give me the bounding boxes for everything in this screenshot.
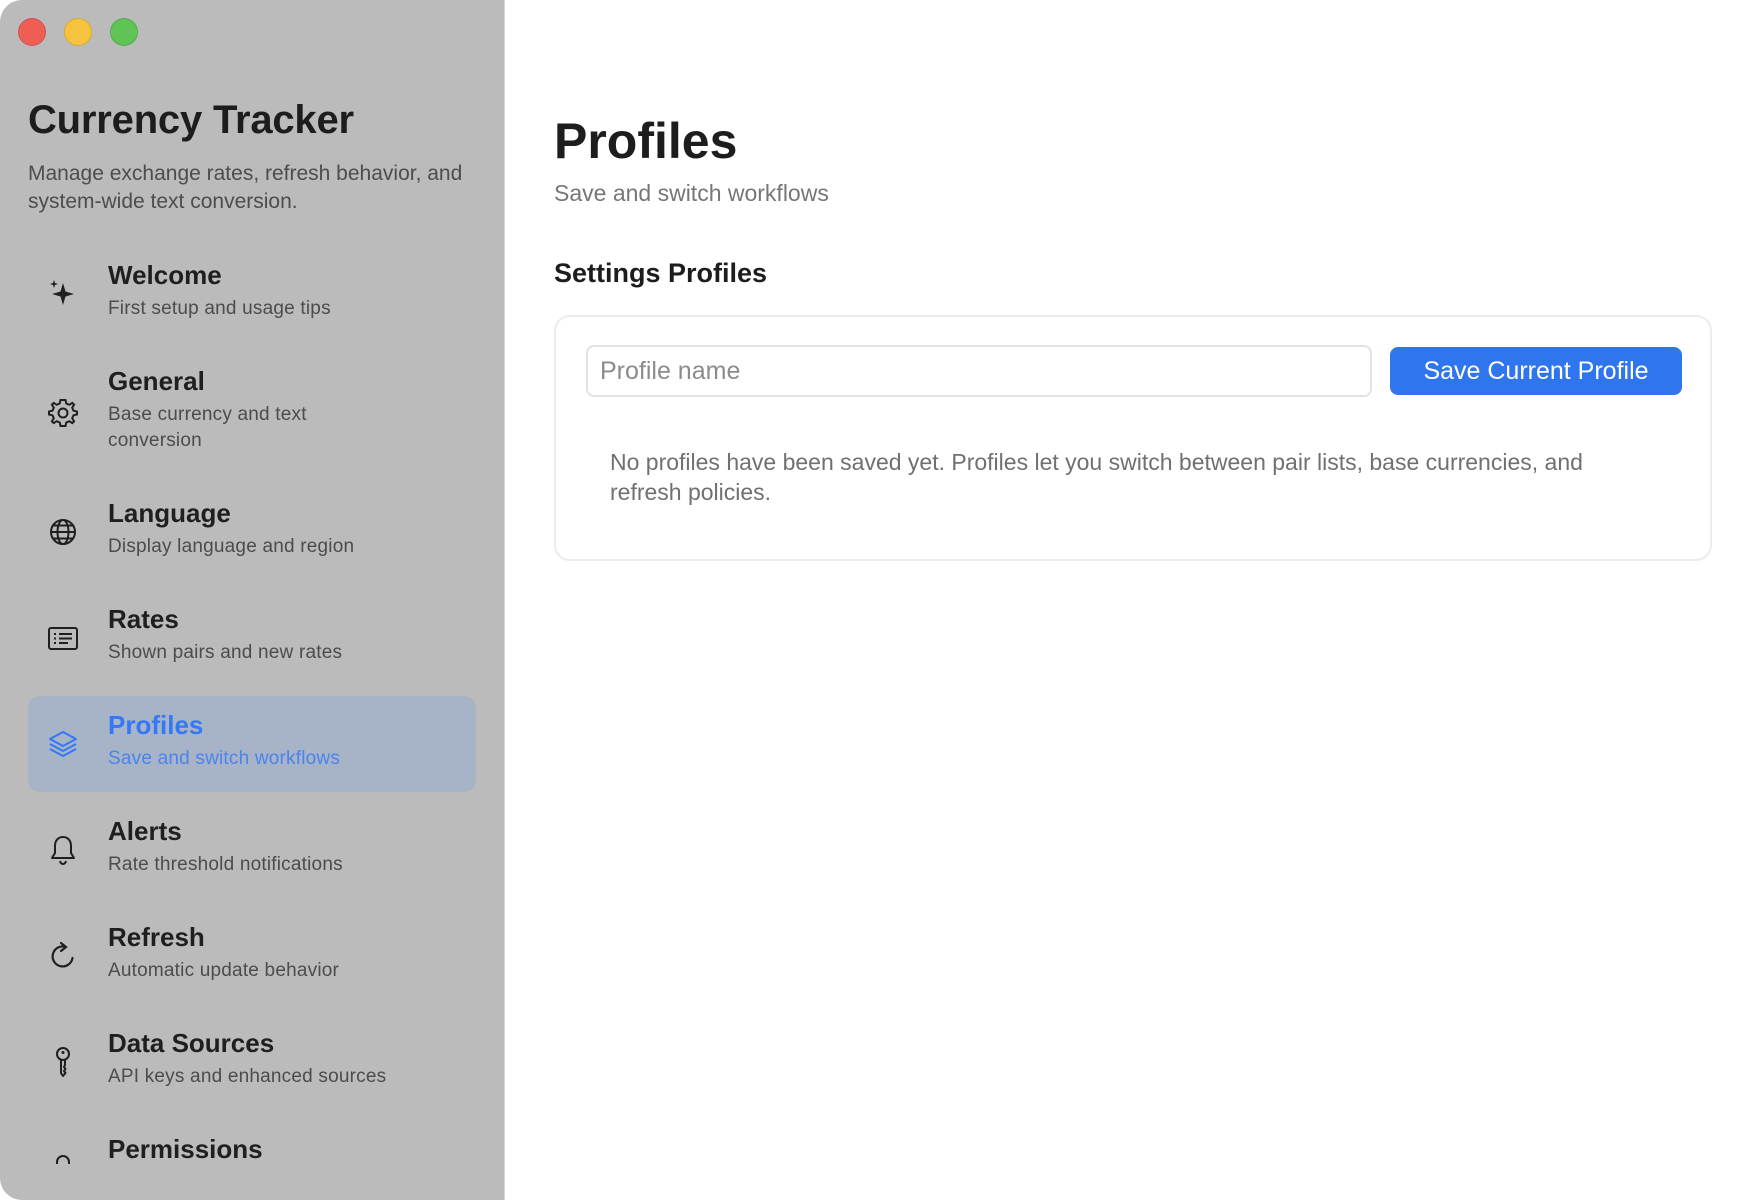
page-subtitle: Save and switch workflows — [554, 180, 829, 206]
sidebar-item-description: Save and switch workflows — [108, 748, 341, 769]
gear-icon — [46, 396, 80, 430]
profile-name-input[interactable] — [586, 345, 1372, 397]
sidebar-item-permissions[interactable]: Permissions — [28, 1120, 476, 1164]
sidebar-item-label: Rates — [108, 604, 179, 634]
key-icon — [46, 1045, 80, 1079]
settings-window: Currency Tracker Manage exchange rates, … — [0, 0, 1760, 1200]
bell-icon — [46, 833, 80, 867]
sidebar-nav: Welcome First setup and usage tips Gener… — [28, 246, 476, 1164]
sidebar-item-profiles[interactable]: Profiles Save and switch workflows — [28, 696, 476, 792]
sidebar-item-refresh[interactable]: Refresh Automatic update behavior — [28, 908, 476, 1004]
page-title: Profiles — [554, 113, 738, 169]
close-window-button[interactable] — [18, 18, 46, 46]
sparkle-icon — [46, 277, 80, 311]
sidebar-item-rates[interactable]: Rates Shown pairs and new rates — [28, 590, 476, 686]
profiles-card: Save Current Profile No profiles have be… — [554, 315, 1712, 561]
minimize-window-button[interactable] — [64, 18, 92, 46]
app-subtitle: Manage exchange rates, refresh behavior,… — [28, 162, 463, 213]
sidebar: Currency Tracker Manage exchange rates, … — [0, 0, 505, 1200]
lock-icon — [46, 1151, 80, 1164]
sidebar-item-data-sources[interactable]: Data Sources API keys and enhanced sourc… — [28, 1014, 476, 1110]
sidebar-item-description: API keys and enhanced sources — [108, 1066, 387, 1087]
sidebar-item-general[interactable]: General Base currency and text conversio… — [28, 352, 476, 474]
sidebar-item-label: Welcome — [108, 260, 222, 290]
sidebar-item-label: Profiles — [108, 710, 204, 740]
sidebar-item-alerts[interactable]: Alerts Rate threshold notifications — [28, 802, 476, 898]
sidebar-item-description: Base currency and text conversion — [108, 404, 307, 451]
sidebar-item-label: Alerts — [108, 816, 182, 846]
app-title: Currency Tracker — [28, 98, 354, 142]
sidebar-item-description: Shown pairs and new rates — [108, 642, 343, 663]
zoom-window-button[interactable] — [110, 18, 138, 46]
empty-state-message: No profiles have been saved yet. Profile… — [610, 449, 1583, 505]
refresh-icon — [46, 939, 80, 973]
globe-icon — [46, 515, 80, 549]
sidebar-item-label: General — [108, 366, 205, 396]
sidebar-item-description: First setup and usage tips — [108, 298, 331, 319]
save-current-profile-button[interactable]: Save Current Profile — [1390, 347, 1682, 395]
sidebar-item-language[interactable]: Language Display language and region — [28, 484, 476, 580]
section-title: Settings Profiles — [554, 258, 768, 288]
sidebar-item-description: Display language and region — [108, 536, 355, 557]
sidebar-item-label: Permissions — [108, 1134, 263, 1164]
sidebar-item-description: Rate threshold notifications — [108, 854, 343, 875]
sidebar-item-label: Language — [108, 498, 231, 528]
list-card-icon — [46, 621, 80, 655]
layers-icon — [46, 727, 80, 761]
sidebar-item-description: Automatic update behavior — [108, 960, 340, 981]
sidebar-item-label: Refresh — [108, 922, 205, 952]
sidebar-item-label: Data Sources — [108, 1028, 275, 1058]
sidebar-item-welcome[interactable]: Welcome First setup and usage tips — [28, 246, 476, 342]
